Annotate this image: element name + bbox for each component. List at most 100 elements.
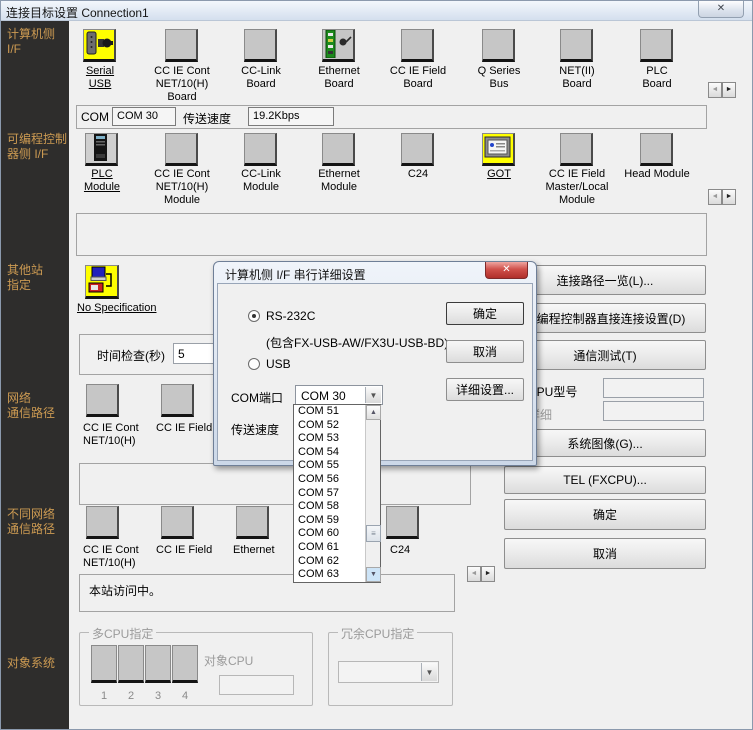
dialog-detail-setup-button[interactable]: 详细设置...: [446, 378, 524, 401]
window-titlebar: 连接目标设置 Connection1: [1, 1, 753, 21]
plc-if-c24[interactable]: [401, 133, 434, 166]
dialog-baud-label: 传送速度: [231, 421, 279, 438]
tel-fxcpu-button[interactable]: TEL (FXCPU)...: [504, 466, 706, 494]
scroll-up-icon[interactable]: ▲: [366, 405, 381, 420]
plc-if-label-head-module[interactable]: Head Module: [612, 168, 702, 181]
serial-usb-icon: [84, 30, 113, 58]
row1-scroll-right-icon[interactable]: ►: [722, 82, 736, 98]
pc-if-ccie-field-board[interactable]: [401, 29, 434, 62]
pc-if-label-q-series-bus[interactable]: Q Series Bus: [454, 65, 544, 91]
pc-if-q-series-bus[interactable]: [482, 29, 515, 62]
pc-if-label-ccie-field-board[interactable]: CC IE Field Board: [373, 65, 463, 91]
network-route-ccie-field[interactable]: [161, 384, 194, 417]
plc-if-label-ccie-cont-module[interactable]: CC IE Cont NET/10(H) Module: [137, 168, 227, 207]
multi-cpu-3[interactable]: [145, 645, 171, 683]
plc-if-head-module[interactable]: [640, 133, 673, 166]
plc-if-got[interactable]: [482, 133, 515, 166]
plc-if-ethernet-module[interactable]: [322, 133, 355, 166]
scrollbar-thumb[interactable]: ≡: [366, 525, 381, 542]
plc-if-label-plc-module[interactable]: PLC Module: [57, 168, 147, 194]
pc-if-ethernet-board[interactable]: [322, 29, 355, 62]
plc-if-info-box: [76, 213, 707, 256]
multi-cpu-2[interactable]: [118, 645, 144, 683]
plc-if-label-cclink-module[interactable]: CC-Link Module: [216, 168, 306, 194]
pc-if-netii-board[interactable]: [560, 29, 593, 62]
plc-if-ccie-cont-module[interactable]: [165, 133, 198, 166]
sidebar-label-target-system: 对象系统: [7, 656, 55, 671]
comm-test-label: 通信测试(T): [573, 347, 636, 364]
dropdown-scrollbar[interactable]: ▲ ≡ ▼: [365, 405, 380, 582]
got-icon: [483, 134, 512, 162]
pc-if-plc-board[interactable]: [640, 29, 673, 62]
redundant-cpu-legend: 冗余CPU指定: [338, 625, 417, 642]
com-port-select[interactable]: COM 30 ▼: [295, 385, 383, 405]
plc-if-label-ethernet-module[interactable]: Ethernet Module: [294, 168, 384, 194]
pc-if-label-cclink-board[interactable]: CC-Link Board: [216, 65, 306, 91]
plc-if-ccie-field-master[interactable]: [560, 133, 593, 166]
chevron-down-icon[interactable]: ▼: [365, 387, 381, 403]
target-cpu-input: [219, 675, 294, 695]
window-close-button[interactable]: ✕: [698, 1, 744, 18]
pc-if-serial-usb[interactable]: [83, 29, 116, 62]
pc-if-label-plc-board[interactable]: PLC Board: [612, 65, 702, 91]
pc-if-label-netii-board[interactable]: NET(II) Board: [532, 65, 622, 91]
status-text: 本站访问中。: [89, 582, 161, 599]
plc-if-cclink-module[interactable]: [244, 133, 277, 166]
target-cpu-label: 对象CPU: [204, 652, 253, 669]
ok-button[interactable]: 确定: [504, 499, 706, 530]
direct-connection-label: 可编程控制器直接连接设置(D): [525, 310, 686, 327]
sidebar-label-network-route: 网络 通信路径: [7, 391, 55, 421]
multi-cpu-1[interactable]: [91, 645, 117, 683]
no-specification-icon: [86, 266, 116, 295]
rs232c-note: (包含FX-USB-AW/FX3U-USB-BD): [266, 334, 448, 351]
dialog-cancel-button[interactable]: 取消: [446, 340, 524, 363]
row1-scroll-left-icon[interactable]: ◄: [708, 82, 722, 98]
dialog-ok-button[interactable]: 确定: [446, 302, 524, 325]
pc-if-ccie-cont-board[interactable]: [165, 29, 198, 62]
usb-radio[interactable]: [248, 358, 260, 370]
pc-if-label-ccie-cont-board[interactable]: CC IE Cont NET/10(H) Board: [137, 65, 227, 104]
usb-label[interactable]: USB: [266, 357, 291, 371]
com-value-box: COM 30: [112, 107, 176, 126]
close-icon: ✕: [717, 3, 725, 14]
sidebar-label-diff-network: 不同网络 通信路径: [7, 507, 55, 537]
multi-cpu-4[interactable]: [172, 645, 198, 683]
pc-if-cclink-board[interactable]: [244, 29, 277, 62]
multi-cpu-2-label: 2: [118, 690, 144, 702]
com-port-value: COM 30: [301, 389, 346, 403]
plc-if-label-c24[interactable]: C24: [373, 168, 463, 181]
row3-scroll-left-icon[interactable]: ◄: [467, 566, 481, 582]
row3-scroll-right-icon[interactable]: ►: [481, 566, 495, 582]
multi-cpu-3-label: 3: [145, 690, 171, 702]
com-port-dropdown-list: COM 51 COM 52 COM 53 COM 54 COM 55 COM 5…: [293, 404, 381, 583]
scroll-down-icon[interactable]: ▼: [366, 567, 381, 582]
pc-if-label-ethernet-board[interactable]: Ethernet Board: [294, 65, 384, 91]
row2-scroll-left-icon[interactable]: ◄: [708, 189, 722, 205]
dialog-cancel-label: 取消: [473, 343, 497, 360]
close-icon: ✕: [502, 264, 510, 275]
diff-network-c24[interactable]: [386, 506, 419, 539]
pc-if-label-serial-usb[interactable]: Serial USB: [55, 65, 145, 91]
cancel-label: 取消: [593, 545, 617, 562]
other-station-label[interactable]: No Specification: [77, 302, 187, 315]
row2-scroll-right-icon[interactable]: ►: [722, 189, 736, 205]
diff-network-label-c24[interactable]: C24: [390, 544, 490, 557]
network-route-ccie-cont[interactable]: [86, 384, 119, 417]
baud-value-box: 19.2Kbps: [248, 107, 334, 126]
diff-network-ethernet[interactable]: [236, 506, 269, 539]
rs232c-label[interactable]: RS-232C: [266, 309, 315, 323]
rs232c-radio[interactable]: [248, 310, 260, 322]
detail-box: [603, 401, 704, 421]
other-station-no-specification[interactable]: [85, 265, 119, 299]
plc-if-label-ccie-field-master[interactable]: CC IE Field Master/Local Module: [532, 168, 622, 207]
dialog-close-button[interactable]: ✕: [485, 262, 528, 279]
connection-list-label: 连接路径一览(L)...: [557, 272, 654, 289]
baud-label: 传送速度: [183, 110, 231, 127]
diff-network-ccie-cont[interactable]: [86, 506, 119, 539]
com-port-label: COM端口: [231, 389, 283, 406]
plc-if-label-got[interactable]: GOT: [454, 168, 544, 181]
diff-network-ccie-field[interactable]: [161, 506, 194, 539]
cancel-button[interactable]: 取消: [504, 538, 706, 569]
network-route-info-box: [79, 463, 471, 505]
plc-if-plc-module[interactable]: [85, 133, 118, 166]
